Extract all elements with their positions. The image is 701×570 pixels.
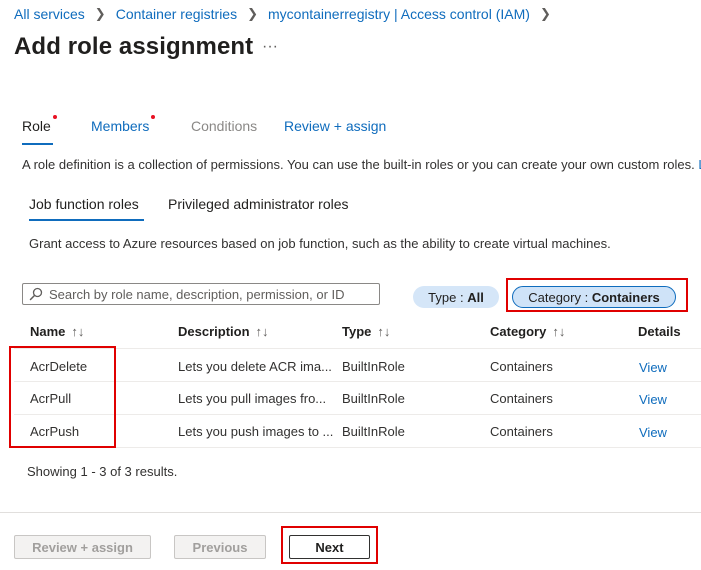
role-category-cell: Containers [490, 424, 553, 439]
required-indicator-icon [151, 115, 156, 119]
filter-label: Type : [428, 289, 464, 305]
type-filter-pill[interactable]: Type : All [413, 286, 499, 308]
role-description-cell: Lets you delete ACR ima... [178, 359, 332, 374]
subtab-job-function-roles[interactable]: Job function roles [29, 196, 139, 212]
role-type-cell: BuiltInRole [342, 359, 405, 374]
column-header-label: Description [178, 324, 250, 339]
view-details-link[interactable]: View [639, 360, 667, 375]
tab-label: Review + assign [284, 118, 387, 134]
column-header-label: Name [30, 324, 66, 339]
required-indicator-icon [52, 115, 57, 119]
footer-divider [0, 512, 701, 513]
table-row[interactable]: AcrDelete Lets you delete ACR ima... Bui… [14, 350, 701, 381]
role-type-cell: BuiltInRole [342, 391, 405, 406]
table-row[interactable]: AcrPull Lets you pull images fro... Buil… [14, 382, 701, 414]
previous-button[interactable]: Previous [174, 535, 266, 559]
chevron-right-icon: ❯ [247, 6, 258, 21]
subtab-privileged-admin-roles[interactable]: Privileged administrator roles [168, 196, 349, 212]
chevron-right-icon: ❯ [94, 6, 106, 21]
sort-icon: ↑↓ [255, 324, 269, 339]
role-category-cell: Containers [490, 359, 553, 374]
breadcrumb: All services ❯ Container registries ❯ my… [14, 6, 561, 22]
sort-icon: ↑↓ [71, 324, 85, 339]
sort-icon: ↑↓ [377, 324, 391, 339]
column-header-type[interactable]: Type ↑↓ [342, 324, 390, 339]
column-header-name[interactable]: Name ↑↓ [30, 324, 84, 339]
search-icon [29, 287, 43, 301]
page-title: Add role assignment [14, 33, 254, 60]
column-header-details: Details [638, 324, 681, 339]
tab-label: Conditions [191, 118, 258, 134]
breadcrumb-all-services[interactable]: All services [14, 6, 85, 22]
role-description-cell: Lets you push images to ... [178, 424, 334, 439]
column-header-label: Category [490, 324, 547, 339]
highlight-box-next [281, 526, 378, 564]
filter-value: All [467, 289, 484, 305]
tab-label: Members [91, 118, 150, 134]
search-box [22, 283, 380, 305]
column-header-category[interactable]: Category ↑↓ [490, 324, 565, 339]
column-header-description[interactable]: Description ↑↓ [178, 324, 269, 339]
tab-conditions[interactable]: Conditions [191, 118, 257, 134]
tab-role[interactable]: Role [22, 115, 57, 134]
active-tab-indicator [22, 143, 53, 145]
role-description-cell: Lets you pull images fro... [178, 391, 327, 406]
active-subtab-indicator [29, 219, 144, 221]
view-details-link[interactable]: View [639, 392, 667, 407]
highlight-box-category [506, 278, 688, 312]
row-divider [14, 447, 701, 448]
subtab-description: Grant access to Azure resources based on… [29, 236, 611, 251]
tab-review-assign[interactable]: Review + assign [284, 118, 386, 134]
role-description-text: A role definition is a collection of per… [22, 157, 695, 172]
search-input[interactable] [49, 286, 379, 302]
chevron-right-icon: ❯ [539, 6, 551, 21]
header-divider [14, 348, 701, 349]
sort-icon: ↑↓ [552, 324, 566, 339]
tab-label: Role [22, 118, 51, 134]
breadcrumb-registry-iam[interactable]: mycontainerregistry | Access control (IA… [268, 6, 530, 22]
highlight-box-role-names [9, 346, 116, 448]
view-details-link[interactable]: View [639, 425, 667, 440]
breadcrumb-container-registries[interactable]: Container registries [116, 6, 237, 22]
table-row[interactable]: AcrPush Lets you push images to ... Buil… [14, 415, 701, 447]
role-type-cell: BuiltInRole [342, 424, 405, 439]
column-header-label: Type [342, 324, 372, 339]
role-description: A role definition is a collection of per… [22, 157, 701, 172]
more-options-icon[interactable]: ··· [262, 38, 278, 56]
review-assign-button[interactable]: Review + assign [14, 535, 151, 559]
tab-members[interactable]: Members [91, 115, 156, 134]
results-count: Showing 1 - 3 of 3 results. [27, 464, 178, 479]
role-category-cell: Containers [490, 391, 553, 406]
